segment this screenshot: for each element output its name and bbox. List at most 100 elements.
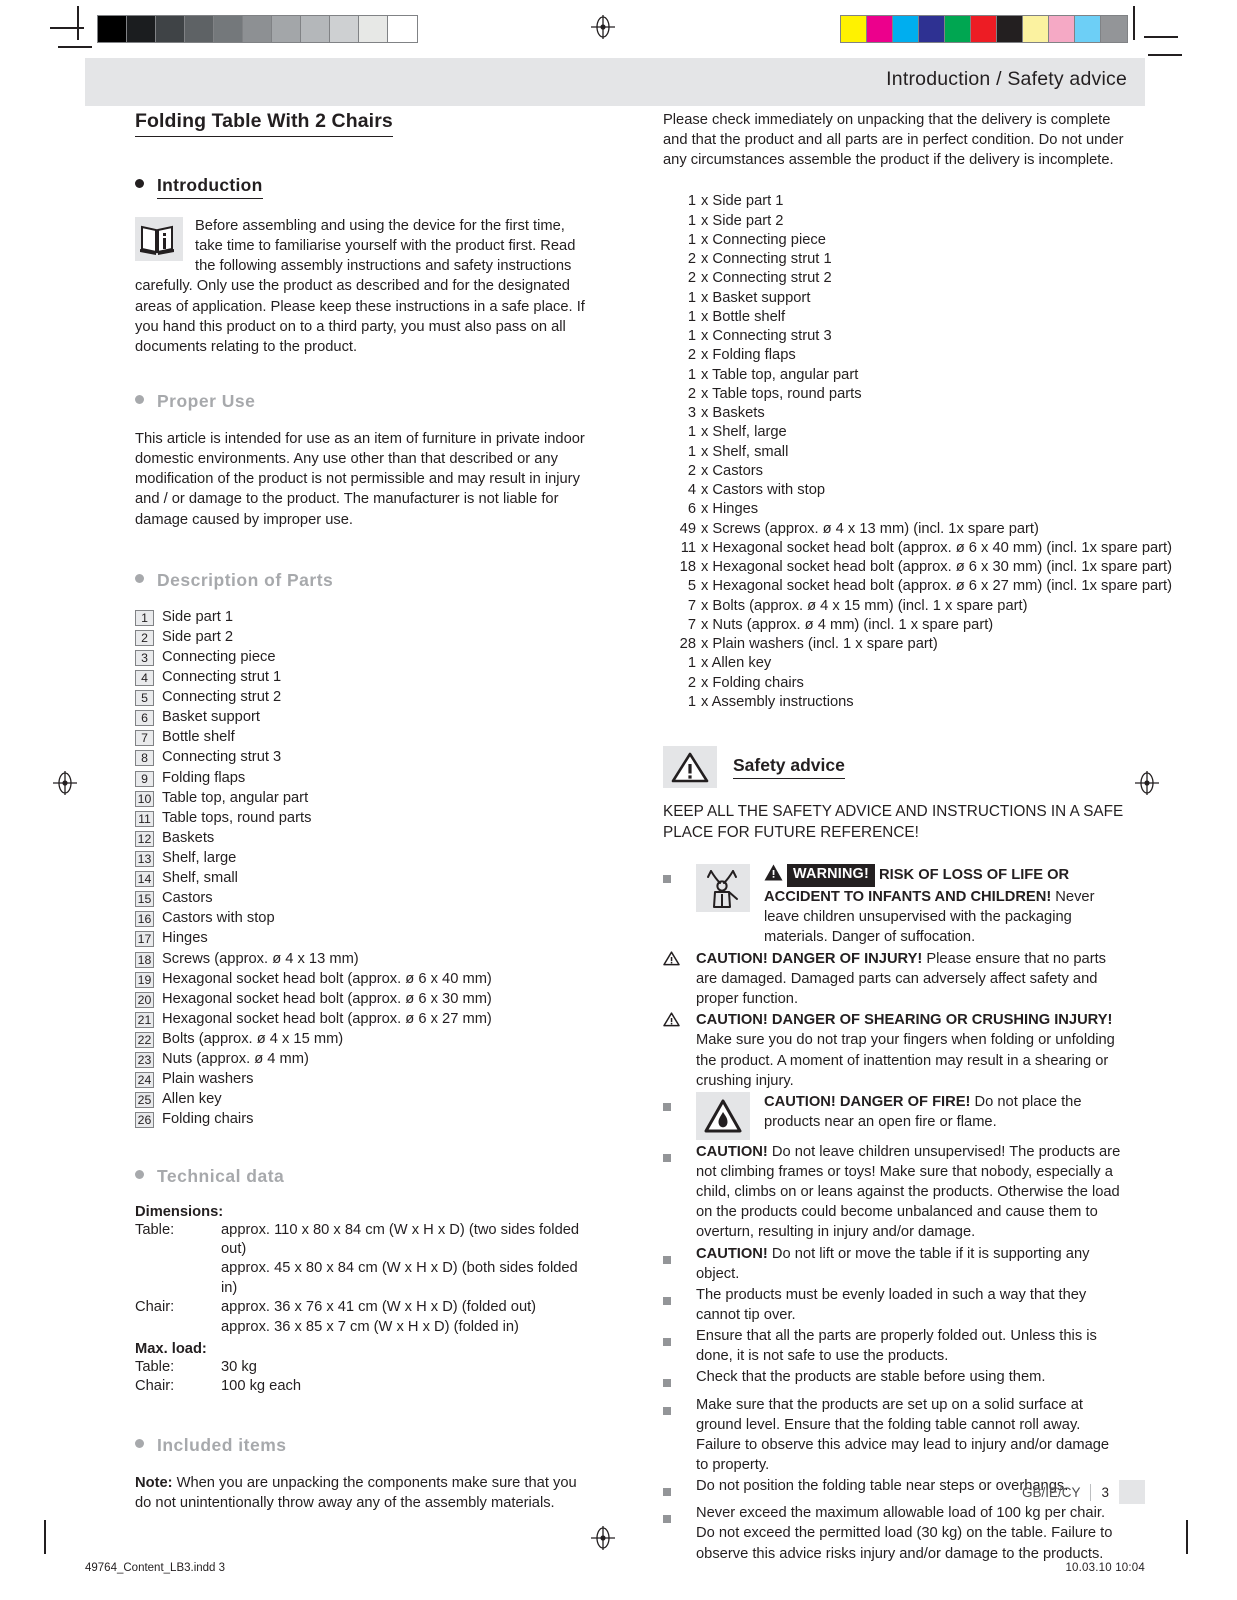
included-item: 1 x Side part 2: [663, 212, 1125, 231]
parts-list-item: 18 Screws (approx. ø 4 x 13 mm): [135, 950, 593, 969]
included-item-qty: 7: [687, 616, 696, 633]
safety-bullet-bold: CAUTION! DANGER OF SHEARING OR CRUSHING …: [696, 1012, 1113, 1029]
spec-key: [135, 1259, 221, 1298]
included-item: 2 x Folding flaps: [663, 346, 1125, 365]
included-item: 2 x Castors: [663, 462, 1125, 481]
included-item: 5 x Hexagonal socket head bolt (approx. ø…: [663, 577, 1172, 596]
included-item-text: x Folding chairs: [701, 674, 804, 691]
bullet-marker: [663, 1395, 696, 1476]
included-item-qty: 2: [687, 674, 696, 691]
included-item-text: x Basket support: [701, 289, 811, 306]
bullet-marker: [663, 1244, 696, 1284]
part-number-box: 26: [135, 1112, 154, 1129]
included-item: 1 x Shelf, small: [663, 443, 1125, 462]
part-label: Bolts (approx. ø 4 x 15 mm): [162, 1030, 344, 1047]
safety-bullet-body: Make sure that the products are set up o…: [696, 1396, 1110, 1474]
bullet-marker: [663, 1326, 696, 1366]
parts-list-item: 14 Shelf, small: [135, 869, 593, 888]
part-label: Nuts (approx. ø 4 mm): [162, 1051, 309, 1068]
heading-description-of-parts-label: Description of Parts: [157, 569, 334, 590]
bullet-marker: [663, 1503, 696, 1563]
safety-bullet-body: Make sure you do not trap your fingers w…: [696, 1032, 1115, 1089]
safety-bullet-bold: CAUTION!: [696, 1143, 768, 1160]
trim-mark-left-upper-h: [50, 27, 84, 29]
heading-safety-advice-label: Safety advice: [733, 755, 845, 780]
part-number-box: 24: [135, 1072, 154, 1089]
note-label: Note:: [135, 1474, 173, 1491]
included-item-text: x Connecting strut 2: [701, 270, 832, 287]
parts-list-item: 11 Table tops, round parts: [135, 809, 593, 828]
part-number-box: 1: [135, 609, 154, 626]
safety-bullet-bold: CAUTION!: [696, 1245, 768, 1262]
square-bullet-icon: [663, 874, 671, 883]
square-bullet-icon: [663, 1296, 671, 1305]
spec-value: approx. 45 x 80 x 84 cm (W x H x D) (bot…: [221, 1260, 578, 1296]
included-item-qty: 1: [687, 328, 696, 345]
parts-list-item: 21 Hexagonal socket head bolt (approx. ø …: [135, 1010, 593, 1029]
part-label: Folding flaps: [162, 769, 246, 786]
part-label: Connecting strut 3: [162, 749, 282, 766]
spec-key: Chair:: [135, 1299, 175, 1316]
included-item: 11 x Hexagonal socket head bolt (approx. …: [663, 539, 1172, 558]
bullet-marker: [663, 864, 696, 947]
included-item-qty: 1: [687, 193, 696, 210]
parts-list-item: 20 Hexagonal socket head bolt (approx. ø …: [135, 990, 593, 1009]
included-item-qty: 5: [687, 578, 696, 595]
included-item-text: x Folding flaps: [701, 347, 796, 364]
book-info-icon: [135, 217, 183, 261]
parts-list-item: 24 Plain washers: [135, 1070, 593, 1089]
parts-list-item: 7 Bottle shelf: [135, 728, 593, 747]
included-item-text: x Shelf, large: [701, 424, 787, 441]
included-item-text: x Castors with stop: [701, 482, 826, 499]
parts-list-item: 2 Side part 2: [135, 628, 593, 647]
bullet-marker: [663, 1367, 696, 1393]
safety-bullet: The products must be evenly loaded in su…: [663, 1285, 1125, 1325]
included-item: 2 x Folding chairs: [663, 674, 1125, 693]
included-item-text: x Bottle shelf: [701, 308, 786, 325]
proper-use-paragraph: This article is intended for use as an i…: [135, 430, 585, 528]
included-item-text: x Side part 2: [701, 212, 784, 229]
part-number-box: 14: [135, 871, 154, 888]
part-number-box: 13: [135, 851, 154, 867]
safety-bullet: CAUTION! Do not lift or move the table i…: [663, 1244, 1125, 1284]
bullet-marker: [663, 1010, 696, 1091]
included-item-qty: 3: [687, 405, 696, 422]
safety-bullet-text: WARNING! RISK OF LOSS OF LIFE OR ACCIDEN…: [764, 863, 1125, 947]
part-label: Hinges: [162, 930, 208, 947]
part-label: Connecting strut 1: [162, 669, 282, 686]
running-head-bar: Introduction / Safety advice: [85, 58, 1145, 106]
square-bullet-icon: [663, 1153, 671, 1162]
spec-row: Chair: approx. 36 x 76 x 41 cm (W x H x D…: [135, 1298, 593, 1317]
part-number-box: 5: [135, 690, 154, 707]
bullet-marker: [663, 949, 696, 1009]
print-date-info: 10.03.10 10:04: [1065, 1562, 1145, 1574]
fire-danger-icon: [696, 1091, 750, 1140]
included-item: 1 x Basket support: [663, 289, 1125, 308]
part-label: Hexagonal socket head bolt (approx. ø 6 …: [162, 970, 492, 987]
introduction-paragraph: Before assembling and using the device f…: [135, 218, 585, 355]
parts-list-item: 9 Folding flaps: [135, 769, 593, 788]
max-load-label: Max. load:: [135, 1340, 207, 1357]
included-items-note: Note: When you are unpacking the compone…: [135, 1473, 593, 1513]
heading-technical-data: Technical data: [135, 1166, 593, 1187]
included-item-qty: 28: [679, 636, 696, 653]
included-item-qty: 7: [687, 597, 696, 614]
warning-badge: WARNING!: [787, 863, 875, 887]
included-item: 1 x Side part 1: [663, 192, 1125, 211]
included-item-text: x Side part 1: [701, 193, 784, 210]
parts-list-item: 23 Nuts (approx. ø 4 mm): [135, 1050, 593, 1069]
included-item-text: x Assembly instructions: [701, 693, 854, 710]
spec-key: Chair:: [135, 1378, 175, 1395]
safety-bullet-text: CAUTION! DANGER OF SHEARING OR CRUSHING …: [696, 1010, 1125, 1091]
included-item: 1 x Connecting piece: [663, 231, 1125, 250]
part-label: Shelf, large: [162, 850, 237, 866]
included-item-qty: 1: [687, 366, 696, 383]
child-suffocation-icon: [696, 863, 750, 912]
spec-row: approx. 36 x 85 x 7 cm (W x H x D) (fold…: [135, 1318, 593, 1337]
parts-list-item: 17 Hinges: [135, 929, 593, 948]
safety-bullet-text: Make sure that the products are set up o…: [696, 1395, 1125, 1476]
trim-mark-bottom-right-v: [1186, 1520, 1188, 1554]
part-number-box: 21: [135, 1011, 154, 1028]
heading-technical-data-label: Technical data: [157, 1165, 285, 1186]
part-number-box: 23: [135, 1052, 154, 1069]
